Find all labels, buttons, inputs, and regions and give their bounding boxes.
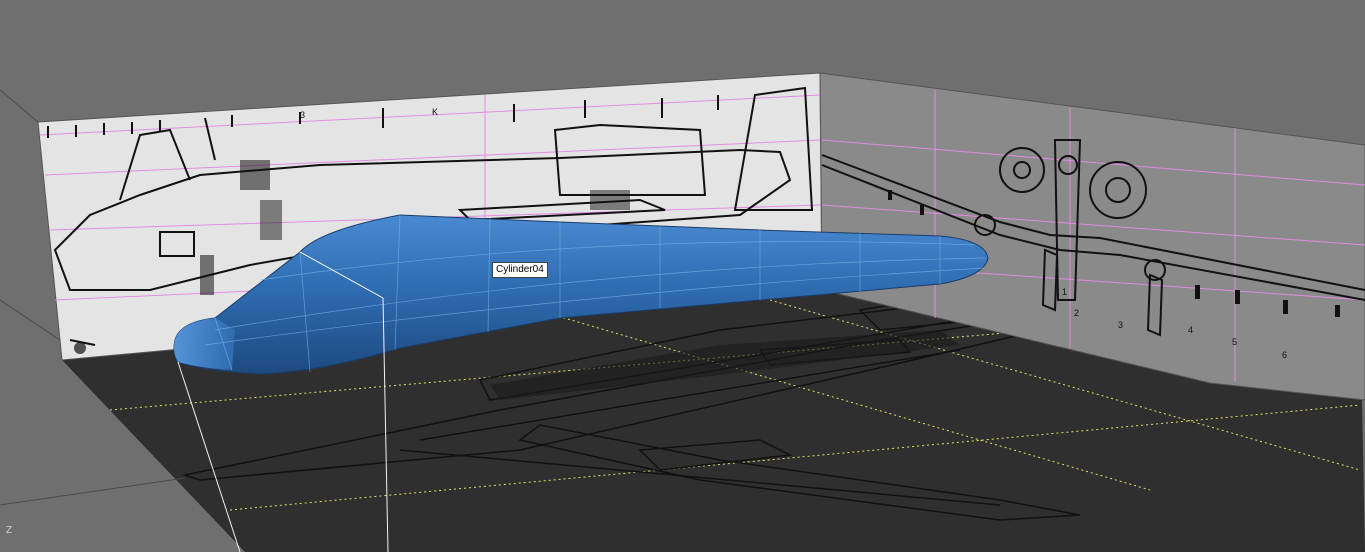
front-station-number: 6 (1282, 350, 1287, 360)
3d-viewport[interactable]: 3 K 2 1 3 4 5 6 Cylinder04 Z (0, 0, 1365, 552)
front-station-number: 5 (1232, 337, 1237, 347)
object-name-label: Cylinder04 (492, 262, 548, 278)
viewport-scene[interactable]: 3 K 2 1 3 4 5 6 (0, 0, 1365, 552)
side-station-letter: K (432, 107, 438, 117)
front-station-number: 3 (1118, 320, 1123, 330)
side-station-number: 3 (300, 110, 305, 120)
front-station-number: 1 (1062, 287, 1067, 297)
front-station-number: 2 (1074, 308, 1079, 318)
front-station-number: 4 (1188, 325, 1193, 335)
axis-z-indicator: Z (6, 525, 13, 536)
